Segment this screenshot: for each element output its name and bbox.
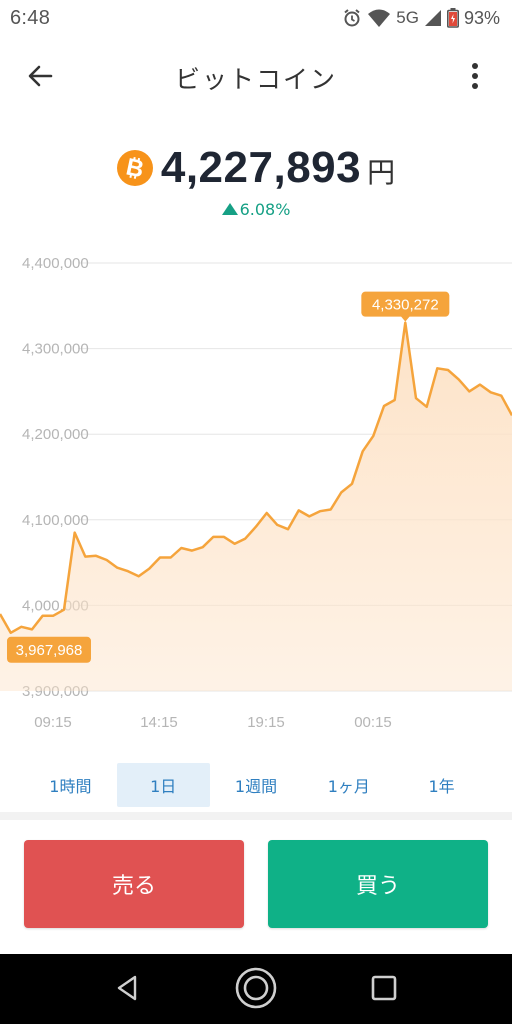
page-title: ビットコイン [174,65,337,94]
y-tick-label: 4,100,000 [22,512,89,529]
price-unit: 円 [367,156,396,189]
nav-recents-button[interactable] [362,968,406,1012]
price-chart-svg: 4,400,0004,300,0004,200,0004,100,0004,00… [0,255,512,731]
tab-1-day[interactable]: 1日 [116,763,210,807]
y-tick-label: 4,400,000 [22,255,89,272]
price-change-value: 6.08% [239,200,291,219]
more-vert-icon [471,62,479,94]
price-change: 6.08% [0,200,512,219]
section-divider [0,812,512,820]
more-menu-button[interactable] [460,58,490,98]
battery-percent: 93% [463,7,500,28]
price-value: 4,227,893 [160,143,362,192]
price-display: B 4,227,893 円 [0,140,512,196]
tab-1-year[interactable]: 1年 [395,763,488,807]
y-tick-label: 4,300,000 [22,341,89,358]
signal-icon [424,9,442,27]
status-bar: 6:48 5G 93% [0,0,512,36]
x-tick-label: 09:15 [34,714,72,731]
recents-square-icon [371,975,397,1005]
nav-home-button[interactable] [234,966,278,1014]
tab-1-month[interactable]: 1ヶ月 [302,763,395,807]
buy-button[interactable]: 買う [268,840,488,928]
tab-1-week[interactable]: 1週間 [210,763,303,807]
back-triangle-icon [113,974,141,1006]
network-type: 5G [396,8,419,27]
bitcoin-icon: B [116,150,153,186]
wifi-icon [367,8,391,28]
x-tick-label: 19:15 [247,714,285,731]
up-triangle-icon [221,203,238,215]
alarm-icon [342,8,362,28]
tab-1-hour[interactable]: 1時間 [24,763,117,807]
x-tick-label: 00:15 [354,714,392,731]
battery-icon [446,8,459,28]
home-circle-icon [234,966,278,1014]
nav-back-button[interactable] [105,968,149,1012]
high-value-label: 4,330,272 [372,297,439,314]
price-chart[interactable]: 4,400,000 4,300,000 4,200,000 4,100,000 4,00… [0,240,512,740]
high-callout-pointer [400,315,411,322]
period-tabs: 1時間 1日 1週間 1ヶ月 1年 [24,763,488,807]
y-tick-label: 4,200,000 [22,426,89,443]
status-icons: 5G 93% [342,8,500,29]
app-bar: ビットコイン [0,46,512,110]
sell-button[interactable]: 売る [24,840,244,928]
status-time: 6:48 [10,6,51,29]
low-value-label: 3,967,968 [16,642,83,659]
system-nav-bar [0,954,512,1024]
x-tick-label: 14:15 [140,714,178,731]
